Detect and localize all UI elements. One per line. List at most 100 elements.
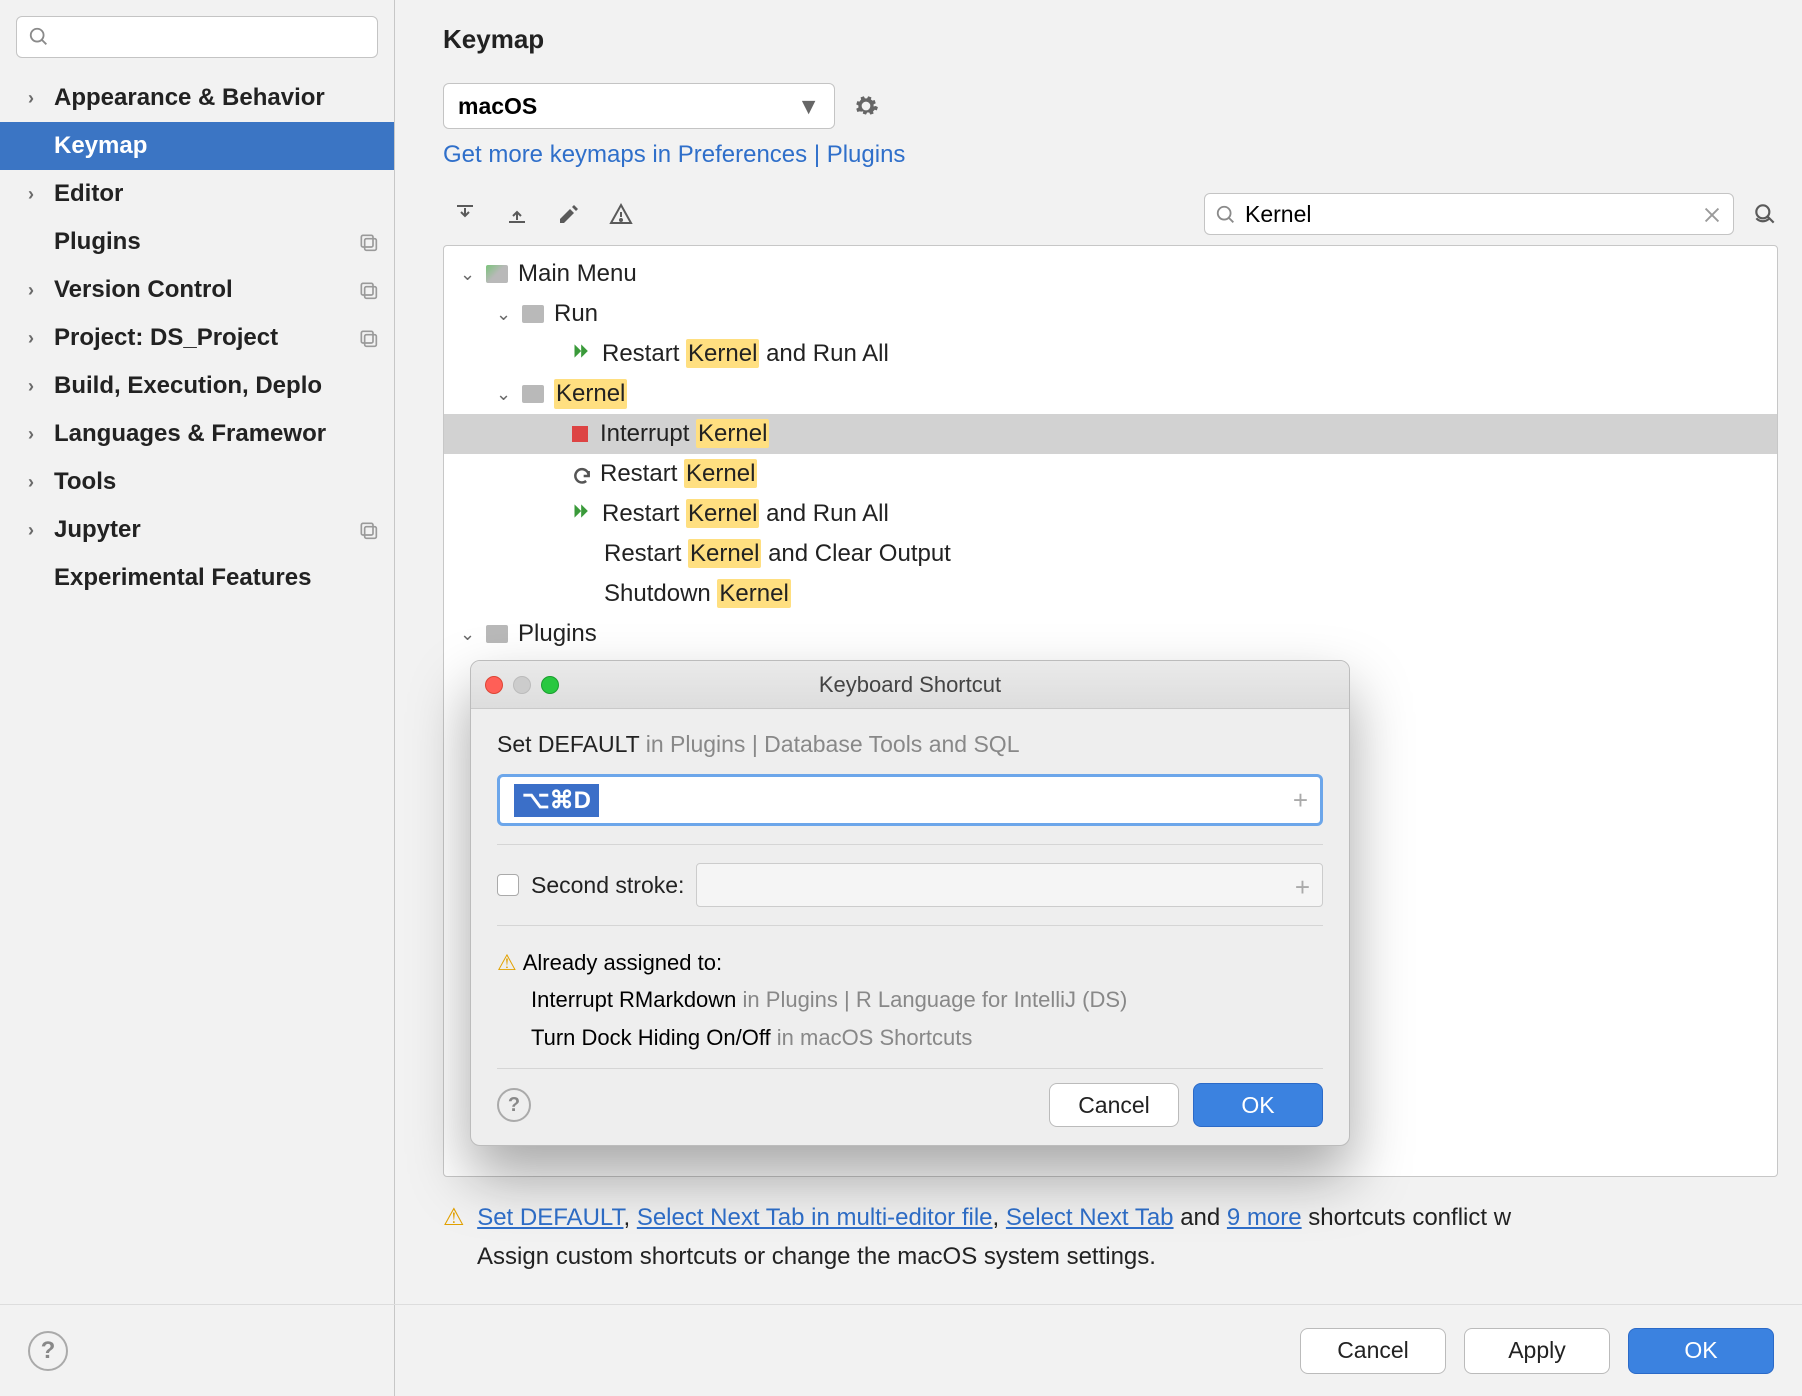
sidebar-item-experimental[interactable]: Experimental Features (0, 554, 394, 602)
clear-icon[interactable] (1701, 204, 1723, 226)
find-shortcut-icon[interactable] (1752, 201, 1778, 227)
dialog-title: Keyboard Shortcut (471, 672, 1349, 698)
get-more-keymaps-link[interactable]: Get more keymaps in Preferences | Plugin… (443, 141, 1778, 169)
tree-item-restart-run-all-2[interactable]: Restart Kernel and Run All (444, 494, 1777, 534)
ok-button[interactable]: OK (1628, 1328, 1774, 1374)
tree-search-wrap (1204, 193, 1778, 235)
dialog-title-bar: Keyboard Shortcut (471, 661, 1349, 709)
page-title: Keymap (443, 24, 1778, 55)
help-button[interactable]: ? (28, 1331, 68, 1371)
sidebar-search-wrap (0, 0, 394, 68)
tree-label: Restart Kernel and Run All (602, 340, 889, 368)
chevron-right-icon: › (28, 520, 44, 541)
tree-label: Kernel (554, 379, 627, 409)
sidebar-item-label: Languages & Framewor (54, 420, 326, 448)
sidebar-item-tools[interactable]: ›Tools (0, 458, 394, 506)
tree-node-main-menu[interactable]: ⌄Main Menu (444, 254, 1777, 294)
add-shortcut-icon[interactable]: + (1293, 785, 1308, 816)
conflict-link-more[interactable]: 9 more (1227, 1204, 1302, 1231)
edit-icon[interactable] (557, 202, 581, 226)
assigned-item-1: Interrupt RMarkdown in Plugins | R Langu… (497, 981, 1323, 1018)
second-stroke-checkbox[interactable] (497, 874, 519, 896)
action-search-input[interactable] (1245, 194, 1693, 234)
apply-button[interactable]: Apply (1464, 1328, 1610, 1374)
sidebar-item-label: Jupyter (54, 516, 141, 544)
already-assigned-block: ⚠Already assigned to: Interrupt RMarkdow… (497, 944, 1323, 1056)
bottom-bar: ? Cancel Apply OK (0, 1304, 1802, 1396)
cancel-button[interactable]: Cancel (1300, 1328, 1446, 1374)
second-stroke-row: Second stroke: + (497, 863, 1323, 907)
sidebar-item-label: Keymap (54, 132, 147, 160)
tree-label: Interrupt Kernel (600, 420, 769, 448)
settings-sidebar: ›Appearance & Behavior Keymap ›Editor Pl… (0, 0, 395, 1396)
tree-label: Restart Kernel and Clear Output (604, 540, 951, 568)
chevron-right-icon: › (28, 424, 44, 445)
keymap-toolbar (443, 193, 1778, 235)
tree-label: Main Menu (518, 260, 637, 288)
chevron-right-icon: › (28, 280, 44, 301)
collapse-all-icon[interactable] (505, 202, 529, 226)
dialog-ok-button[interactable]: OK (1193, 1083, 1323, 1127)
sidebar-nav: ›Appearance & Behavior Keymap ›Editor Pl… (0, 74, 394, 602)
second-stroke-input[interactable]: + (696, 863, 1323, 907)
dialog-cancel-button[interactable]: Cancel (1049, 1083, 1179, 1127)
tree-node-plugins[interactable]: ⌄Plugins (444, 614, 1777, 654)
sidebar-item-version-control[interactable]: › Version Control (0, 266, 394, 314)
toolbar-icons (443, 202, 633, 226)
keyboard-shortcut-dialog: Keyboard Shortcut Set DEFAULT in Plugins… (470, 660, 1350, 1146)
sidebar-item-label: Version Control (54, 276, 233, 304)
sidebar-item-label: Project: DS_Project (54, 324, 278, 352)
assigned-label: Already assigned to: (523, 950, 722, 975)
refresh-icon (572, 465, 590, 483)
project-badge-icon (358, 232, 378, 252)
sidebar-item-jupyter[interactable]: › Jupyter (0, 506, 394, 554)
gear-icon[interactable] (853, 93, 879, 119)
sidebar-item-project[interactable]: ›Project: DS_Project (0, 314, 394, 362)
conflict-link-set-default[interactable]: Set DEFAULT (477, 1204, 623, 1231)
add-stroke-icon[interactable]: + (1295, 872, 1310, 903)
tree-item-restart-run-all[interactable]: Restart Kernel and Run All (444, 334, 1777, 374)
stop-icon (572, 426, 588, 442)
chevron-down-icon: ⌄ (496, 384, 516, 405)
tree-item-interrupt-kernel[interactable]: Interrupt Kernel (444, 414, 1777, 454)
sidebar-item-appearance[interactable]: ›Appearance & Behavior (0, 74, 394, 122)
sidebar-item-label: Appearance & Behavior (54, 84, 325, 112)
conflict-notice: ⚠ Set DEFAULT, Select Next Tab in multi-… (395, 1183, 1778, 1276)
project-badge-icon (358, 280, 378, 300)
tree-item-shutdown-kernel[interactable]: Shutdown Kernel (444, 574, 1777, 614)
assigned-item-2: Turn Dock Hiding On/Off in macOS Shortcu… (497, 1019, 1323, 1056)
sidebar-item-label: Build, Execution, Deplo (54, 372, 322, 400)
sidebar-item-editor[interactable]: ›Editor (0, 170, 394, 218)
sidebar-item-plugins[interactable]: Plugins (0, 218, 394, 266)
folder-icon (522, 385, 544, 403)
chevron-down-icon: ▼ (797, 93, 820, 120)
sidebar-item-keymap[interactable]: Keymap (0, 122, 394, 170)
tree-node-run[interactable]: ⌄ Run (444, 294, 1777, 334)
sidebar-item-label: Experimental Features (54, 564, 311, 592)
divider (497, 925, 1323, 926)
keymap-select-row: macOS ▼ (443, 83, 1778, 129)
sidebar-search-input[interactable] (16, 16, 378, 58)
tree-item-restart-kernel[interactable]: Restart Kernel (444, 454, 1777, 494)
chevron-down-icon: ⌄ (496, 304, 516, 325)
dialog-help-button[interactable]: ? (497, 1088, 531, 1122)
tree-node-kernel[interactable]: ⌄ Kernel (444, 374, 1777, 414)
shortcut-input[interactable]: ⌥⌘D + (497, 774, 1323, 826)
search-icon (1215, 204, 1237, 226)
project-badge-icon (358, 328, 378, 348)
sidebar-item-label: Plugins (54, 228, 141, 256)
tree-label: Restart Kernel (600, 460, 757, 488)
conflict-link-next-tab-2[interactable]: Select Next Tab (1006, 1204, 1174, 1231)
run-all-icon (572, 340, 592, 368)
sidebar-item-build[interactable]: ›Build, Execution, Deplo (0, 362, 394, 410)
conflict-link-next-tab-1[interactable]: Select Next Tab in multi-editor file (637, 1204, 993, 1231)
expand-all-icon[interactable] (453, 202, 477, 226)
tree-item-restart-clear[interactable]: Restart Kernel and Clear Output (444, 534, 1777, 574)
keymap-select-value: macOS (458, 93, 537, 120)
tree-label: Run (554, 300, 598, 328)
chevron-right-icon: › (28, 184, 44, 205)
sidebar-item-languages[interactable]: › Languages & Framewor (0, 410, 394, 458)
keymap-select[interactable]: macOS ▼ (443, 83, 835, 129)
set-default-label: Set DEFAULT in Plugins | Database Tools … (497, 731, 1323, 758)
warning-icon[interactable] (609, 202, 633, 226)
